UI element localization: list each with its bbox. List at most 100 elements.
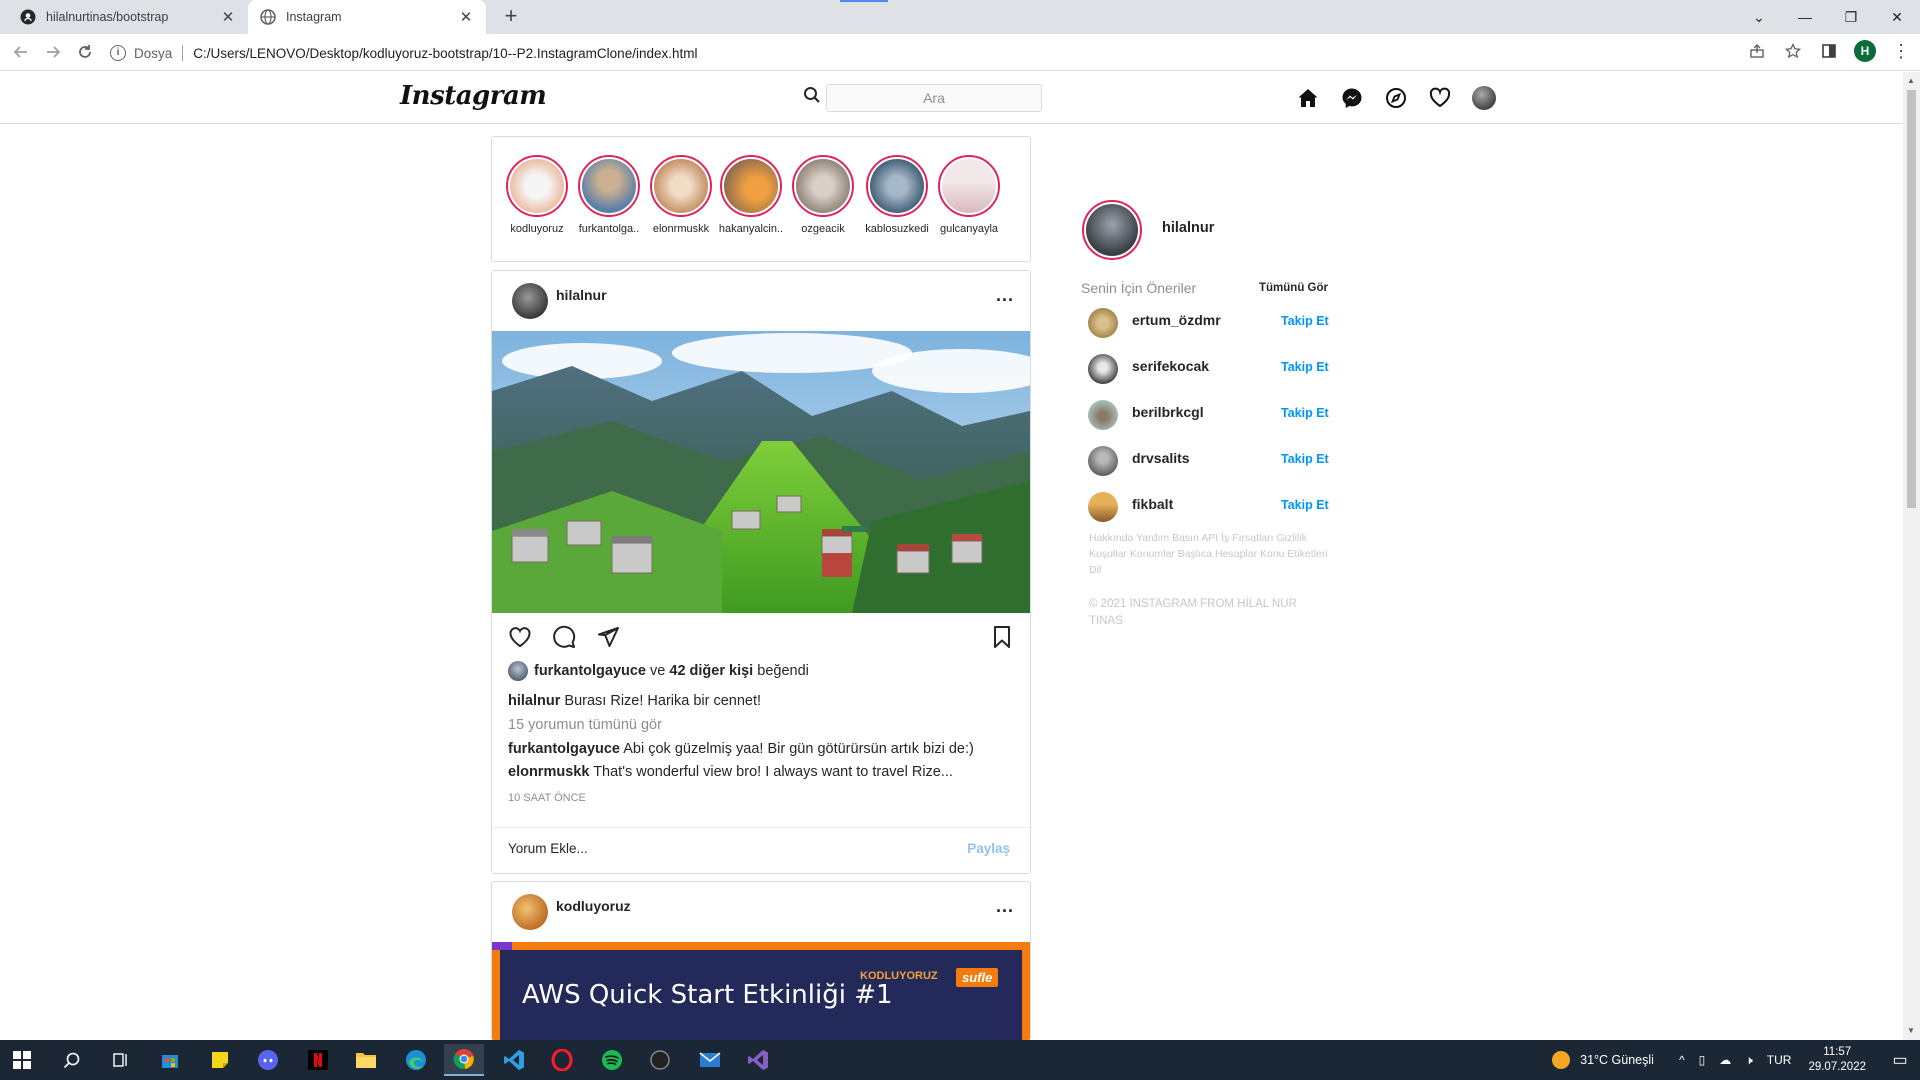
chevron-up-icon[interactable]: ^ — [1679, 1053, 1685, 1067]
more-options-icon[interactable]: ... — [996, 285, 1014, 306]
story-item[interactable]: gulcanyayla — [934, 155, 1004, 235]
suggestion-username[interactable]: drvsalits — [1132, 450, 1190, 466]
post-avatar[interactable] — [512, 894, 548, 930]
follow-button[interactable]: Takip Et — [1281, 452, 1329, 466]
opera-icon[interactable] — [542, 1044, 582, 1076]
profile-avatar[interactable]: H — [1854, 40, 1876, 62]
suggestion-avatar[interactable] — [1088, 354, 1118, 384]
comment-input[interactable]: Yorum Ekle... — [508, 841, 588, 856]
weather-widget[interactable]: 31°C Güneşli — [1552, 1051, 1654, 1069]
file-explorer-icon[interactable] — [346, 1044, 386, 1076]
caption-username[interactable]: hilalnur — [508, 693, 560, 709]
sticky-notes-icon[interactable] — [200, 1044, 240, 1076]
story-item[interactable]: hakanyalcin.. — [716, 155, 786, 235]
footer-links[interactable]: Hakkında Yardım Basın API İş Fırsatları … — [1089, 530, 1329, 578]
address-bar[interactable]: i Dosya C:/Users/LENOVO/Desktop/kodluyor… — [110, 39, 1810, 67]
discord-icon[interactable] — [248, 1044, 288, 1076]
post-image[interactable] — [492, 331, 1030, 613]
post-username[interactable]: hilalnur — [556, 287, 607, 303]
see-all-link[interactable]: Tümünü Gör — [1259, 282, 1328, 294]
reload-icon[interactable] — [74, 41, 96, 63]
language-indicator[interactable]: TUR — [1767, 1053, 1792, 1067]
comment-username[interactable]: elonrmuskk — [508, 764, 589, 780]
my-avatar[interactable] — [1082, 200, 1142, 260]
heart-icon[interactable] — [1428, 86, 1452, 110]
follow-button[interactable]: Takip Et — [1281, 406, 1329, 420]
more-options-icon[interactable]: ... — [996, 896, 1014, 917]
post-image[interactable]: AWS Quick Start Etkinliği #1 KODLUYORUZ … — [492, 942, 1030, 1040]
like-heart-icon[interactable] — [506, 623, 534, 651]
story-item[interactable]: ozgeacik — [788, 155, 858, 235]
tab-github[interactable]: hilalnurtinas/bootstrap ✕ — [8, 0, 248, 34]
spotify-icon[interactable] — [592, 1044, 632, 1076]
suggestion-username[interactable]: serifekocak — [1132, 358, 1209, 374]
scroll-up-icon[interactable]: ▲ — [1907, 76, 1915, 85]
suggestion-avatar[interactable] — [1088, 446, 1118, 476]
profile-avatar[interactable] — [1472, 86, 1496, 110]
search-icon[interactable] — [52, 1044, 92, 1076]
suggestion-avatar[interactable] — [1088, 400, 1118, 430]
home-icon[interactable] — [1296, 86, 1320, 110]
suggestion-username[interactable]: fikbalt — [1132, 496, 1173, 512]
suggestion-username[interactable]: ertum_özdmr — [1132, 312, 1221, 328]
scroll-thumb[interactable] — [1907, 90, 1916, 508]
close-tab-icon[interactable]: ✕ — [458, 8, 474, 26]
follow-button[interactable]: Takip Et — [1281, 360, 1329, 374]
bookmark-icon[interactable] — [988, 623, 1016, 651]
instagram-logo[interactable]: Instagram — [400, 81, 547, 111]
suggestion-avatar[interactable] — [1088, 492, 1118, 522]
tab-instagram[interactable]: Instagram ✕ — [248, 0, 486, 34]
side-panel-icon[interactable] — [1818, 40, 1840, 62]
battery-icon[interactable]: ▯ — [1699, 1053, 1706, 1067]
share-icon[interactable] — [1746, 40, 1768, 62]
clock[interactable]: 11:57 29.07.2022 — [1808, 1045, 1866, 1075]
view-all-comments-link[interactable]: 15 yorumun tümünü gör — [508, 717, 662, 733]
edge-icon[interactable] — [396, 1044, 436, 1076]
start-icon[interactable] — [2, 1044, 42, 1076]
page-scrollbar[interactable]: ▲ ▼ — [1903, 72, 1920, 1040]
story-item[interactable]: furkantolga.. — [574, 155, 644, 235]
close-tab-icon[interactable]: ✕ — [220, 8, 236, 26]
back-icon[interactable] — [10, 41, 32, 63]
visual-studio-icon[interactable] — [738, 1044, 778, 1076]
minimize-icon[interactable]: — — [1782, 0, 1828, 34]
chrome-icon[interactable] — [444, 1044, 484, 1076]
messenger-icon[interactable] — [1340, 86, 1364, 110]
follow-button[interactable]: Takip Et — [1281, 314, 1329, 328]
suggestion-avatar[interactable] — [1088, 308, 1118, 338]
comment-icon[interactable] — [550, 623, 578, 651]
story-item[interactable]: elonrmuskk — [646, 155, 716, 235]
send-icon[interactable] — [594, 623, 622, 651]
post-avatar[interactable] — [512, 283, 548, 319]
scroll-down-icon[interactable]: ▼ — [1907, 1026, 1915, 1035]
comment-username[interactable]: furkantolgayuce — [508, 741, 620, 757]
restore-icon[interactable]: ❐ — [1828, 0, 1874, 34]
forward-icon[interactable] — [42, 41, 64, 63]
browser-menu-icon[interactable]: ⋮ — [1890, 40, 1912, 62]
cloud-icon[interactable]: ☁ — [1719, 1053, 1731, 1067]
story-item[interactable]: kablosuzkedi — [862, 155, 932, 235]
post-comment-button[interactable]: Paylaş — [967, 841, 1010, 856]
search-input[interactable] — [826, 84, 1042, 112]
netflix-icon[interactable] — [298, 1044, 338, 1076]
task-view-icon[interactable] — [100, 1044, 140, 1076]
app-circle-icon[interactable] — [640, 1044, 680, 1076]
vscode-icon[interactable] — [494, 1044, 534, 1076]
likes-others[interactable]: 42 diğer kişi — [669, 663, 753, 679]
liker-username[interactable]: furkantolgayuce — [534, 663, 646, 679]
close-window-icon[interactable]: ✕ — [1874, 0, 1920, 34]
store-icon[interactable] — [150, 1044, 190, 1076]
my-username[interactable]: hilalnur — [1162, 220, 1214, 236]
follow-button[interactable]: Takip Et — [1281, 498, 1329, 512]
new-tab-button[interactable]: + — [498, 4, 524, 30]
address-url[interactable]: C:/Users/LENOVO/Desktop/kodluyoruz-boots… — [193, 46, 697, 61]
volume-muted-icon[interactable]: 🕨 — [1745, 1053, 1753, 1068]
story-item[interactable]: kodluyoruz — [502, 155, 572, 235]
post-username[interactable]: kodluyoruz — [556, 898, 631, 914]
notification-icon[interactable]: ▭ — [1880, 1050, 1920, 1070]
tab-search-icon[interactable]: ⌄ — [1736, 0, 1782, 34]
info-icon[interactable]: i — [110, 45, 126, 61]
bookmark-star-icon[interactable] — [1782, 40, 1804, 62]
explore-icon[interactable] — [1384, 86, 1408, 110]
suggestion-username[interactable]: berilbrkcgl — [1132, 404, 1204, 420]
